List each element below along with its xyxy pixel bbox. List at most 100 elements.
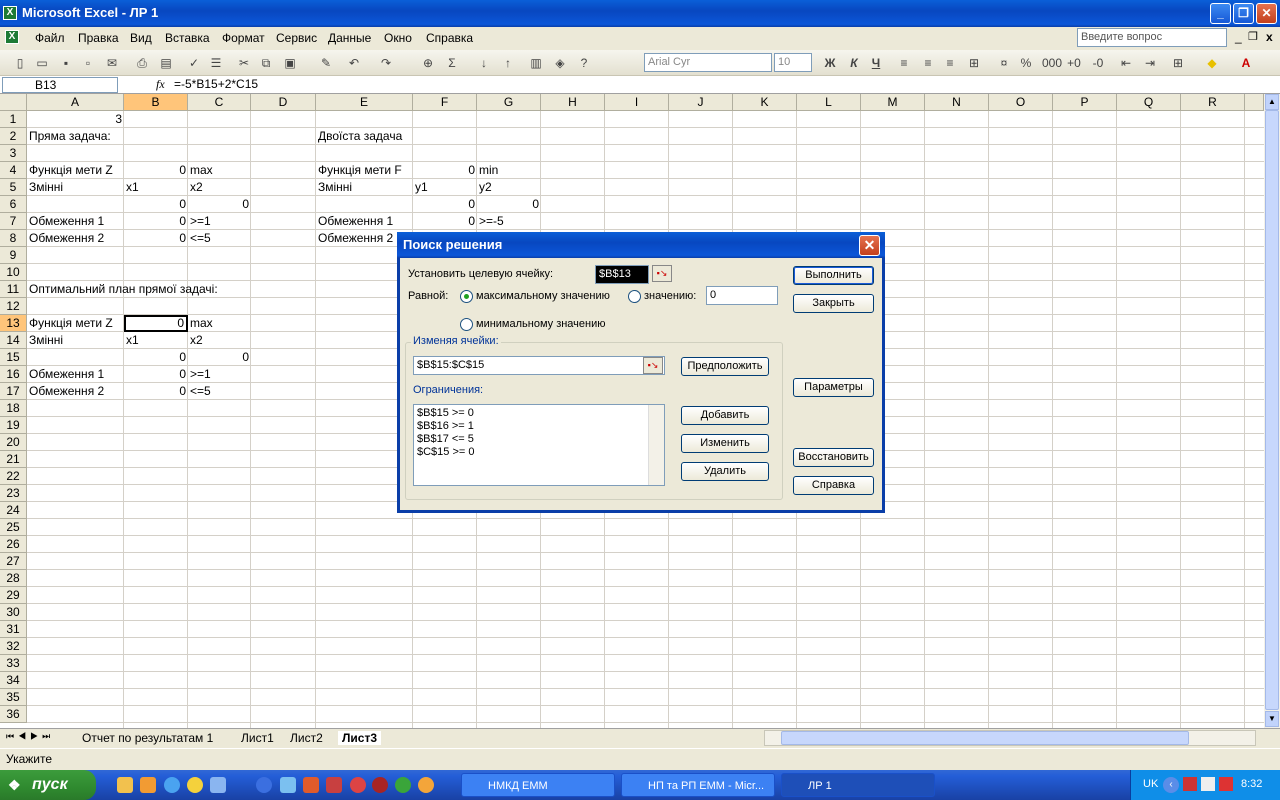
bold-icon[interactable]: Ж <box>822 55 838 71</box>
cell-a8[interactable]: Обмеження 2 <box>27 230 106 247</box>
cell-f6[interactable]: 0 <box>413 196 477 213</box>
cell-c8[interactable]: <=5 <box>188 230 213 247</box>
decrease-decimal-icon[interactable]: -0 <box>1090 55 1106 71</box>
delete-constraint-button[interactable]: Удалить <box>681 462 769 481</box>
row-header-2[interactable]: 2 <box>0 128 27 145</box>
thousands-icon[interactable]: 000 <box>1042 55 1062 71</box>
row-header-19[interactable]: 19 <box>0 417 27 434</box>
cell-c13[interactable]: max <box>188 315 215 332</box>
row-header-30[interactable]: 30 <box>0 604 27 621</box>
cell-e2[interactable]: Двоїста задача <box>316 128 404 145</box>
row-header-5[interactable]: 5 <box>0 179 27 196</box>
cell-c4[interactable]: max <box>188 162 215 179</box>
cell-f5[interactable]: y1 <box>413 179 430 196</box>
row-header-34[interactable]: 34 <box>0 672 27 689</box>
row-header-4[interactable]: 4 <box>0 162 27 179</box>
doc-close-button[interactable]: x <box>1266 30 1273 44</box>
hyperlink-icon[interactable]: ⊕ <box>420 55 436 71</box>
cell-b4[interactable]: 0 <box>124 162 188 179</box>
print-icon[interactable]: ⎙ <box>134 55 150 71</box>
cell-b8[interactable]: 0 <box>124 230 188 247</box>
col-header-n[interactable]: N <box>925 94 989 111</box>
help-icon[interactable]: ? <box>576 55 592 71</box>
start-button[interactable]: ❖ пуск <box>0 770 96 800</box>
fill-color-icon[interactable]: ◆ <box>1204 55 1220 71</box>
cell-a5[interactable]: Змінні <box>27 179 65 196</box>
autosum-icon[interactable]: Σ <box>444 55 460 71</box>
change-constraint-button[interactable]: Изменить <box>681 434 769 453</box>
opera-icon[interactable] <box>372 777 388 793</box>
cell-c6[interactable]: 0 <box>188 196 251 213</box>
paste-icon[interactable]: ▣ <box>282 55 298 71</box>
close-dialog-button[interactable]: Закрыть <box>793 294 874 313</box>
document-icon[interactable]: X <box>5 30 19 44</box>
formula-input[interactable]: =-5*B15+2*C15 <box>174 77 258 91</box>
horizontal-scrollbar[interactable] <box>764 730 1256 746</box>
chrome-icon[interactable] <box>418 777 434 793</box>
row-header-10[interactable]: 10 <box>0 264 27 281</box>
cell-b13-selected[interactable]: 0 <box>124 315 188 332</box>
quick-launch-icon[interactable] <box>210 777 226 793</box>
target-ref-collapse-icon[interactable]: ▪↘ <box>652 265 672 282</box>
row-header-21[interactable]: 21 <box>0 451 27 468</box>
guess-button[interactable]: Предположить <box>681 357 769 376</box>
row-header-26[interactable]: 26 <box>0 536 27 553</box>
options-button[interactable]: Параметры <box>793 378 874 397</box>
col-header-s[interactable] <box>1245 94 1264 111</box>
menu-help[interactable]: Справка <box>426 31 473 45</box>
align-left-icon[interactable]: ≡ <box>896 55 912 71</box>
menu-edit[interactable]: Правка <box>78 31 119 45</box>
currency-icon[interactable]: ¤ <box>996 55 1012 71</box>
col-header-a[interactable]: A <box>27 94 124 111</box>
cell-g6[interactable]: 0 <box>477 196 541 213</box>
row-header-22[interactable]: 22 <box>0 468 27 485</box>
font-color-icon[interactable]: A <box>1238 55 1254 71</box>
align-right-icon[interactable]: ≡ <box>942 55 958 71</box>
col-header-h[interactable]: H <box>541 94 605 111</box>
row-header-1[interactable]: 1 <box>0 111 27 128</box>
tab-report[interactable]: Отчет по результатам 1 <box>82 731 213 745</box>
radio-min-label[interactable]: минимальному значению <box>476 318 606 330</box>
target-cell-input[interactable]: $B$13 <box>595 265 649 284</box>
scroll-thumb[interactable] <box>1265 110 1279 710</box>
cell-g4[interactable]: min <box>477 162 500 179</box>
search-icon[interactable] <box>280 777 296 793</box>
ie-icon[interactable] <box>164 777 180 793</box>
radio-value-label[interactable]: значению: <box>644 290 696 302</box>
dialog-close-button[interactable]: ✕ <box>859 235 880 256</box>
row-header-14[interactable]: 14 <box>0 332 27 349</box>
cell-e4[interactable]: Функція мети F <box>316 162 404 179</box>
row-header-12[interactable]: 12 <box>0 298 27 315</box>
cell-a11[interactable]: Оптимальний план прямої задачі: <box>27 281 220 298</box>
col-header-q[interactable]: Q <box>1117 94 1181 111</box>
radio-value[interactable] <box>628 290 641 303</box>
col-header-o[interactable]: O <box>989 94 1053 111</box>
row-header-15[interactable]: 15 <box>0 349 27 366</box>
cell-a4[interactable]: Функція мети Z <box>27 162 115 179</box>
tab-nav-icons[interactable]: ⏮◀▶⏭ <box>6 731 54 742</box>
maximize-button[interactable]: ❐ <box>1233 3 1254 24</box>
reset-all-button[interactable]: Восстановить <box>793 448 874 467</box>
research-icon[interactable]: ☰ <box>208 55 224 71</box>
insert-function-icon[interactable]: fx <box>156 77 165 92</box>
font-size-select[interactable]: 10 <box>774 53 812 72</box>
cell-b16[interactable]: 0 <box>124 366 188 383</box>
constraint-item[interactable]: $B$15 >= 0 <box>417 407 474 419</box>
tray-expand-icon[interactable]: ‹ <box>1163 777 1179 793</box>
italic-icon[interactable]: К <box>846 55 862 71</box>
menu-insert[interactable]: Вставка <box>165 31 210 45</box>
changing-ref-collapse-icon[interactable]: ▪↘ <box>643 357 663 374</box>
cell-g7[interactable]: >=-5 <box>477 213 506 230</box>
cell-b7[interactable]: 0 <box>124 213 188 230</box>
sort-asc-icon[interactable]: ↓ <box>476 55 492 71</box>
cell-a14[interactable]: Змінні <box>27 332 65 349</box>
solve-button[interactable]: Выполнить <box>793 266 874 285</box>
row-header-27[interactable]: 27 <box>0 553 27 570</box>
new-icon[interactable]: ▯ <box>12 55 28 71</box>
row-header-32[interactable]: 32 <box>0 638 27 655</box>
row-header-23[interactable]: 23 <box>0 485 27 502</box>
cell-c17[interactable]: <=5 <box>188 383 213 400</box>
cell-c5[interactable]: x2 <box>188 179 205 196</box>
col-header-c[interactable]: C <box>188 94 251 111</box>
cell-e8[interactable]: Обмеження 2 <box>316 230 395 247</box>
